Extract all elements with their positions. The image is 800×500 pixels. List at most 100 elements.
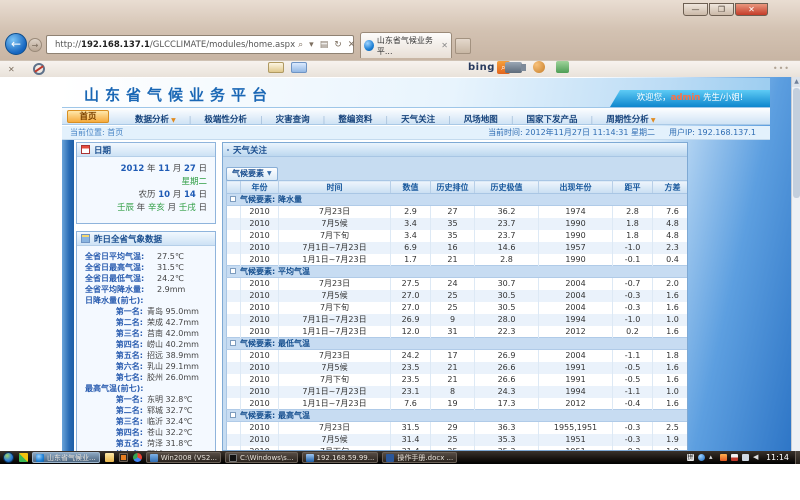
taskbar-window-button[interactable]: 操作手册.docx ... (382, 452, 457, 463)
dropdown-icon[interactable]: ▾ (309, 40, 314, 50)
taskbar-window-button[interactable]: 192.168.59.99... (302, 452, 379, 463)
start-button[interactable] (3, 452, 14, 463)
menu-item[interactable]: 数据分析 ▼ (135, 115, 176, 125)
new-tab-button[interactable] (455, 38, 471, 54)
rank-value[interactable]: 苍山 32.2℃ (147, 427, 192, 438)
climate-element-button[interactable]: 气候要素▼ (226, 167, 278, 181)
table-row[interactable]: 20101月1日~7月23日12.03122.320120.21.6 (227, 326, 689, 338)
rank-value[interactable]: 荣成 42.7mm (147, 317, 199, 328)
stop-icon[interactable]: ✕ (348, 40, 356, 50)
expand-box-icon[interactable] (230, 196, 236, 202)
taskbar-window-button[interactable]: C:\Windows\s... (225, 452, 298, 463)
menu-item[interactable]: 极端性分析 (204, 115, 247, 125)
security-app-icon[interactable] (19, 453, 28, 462)
table-row[interactable]: 20107月1日~7月23日26.9928.01994-1.01.0 (227, 314, 689, 326)
plugin-logo-icon[interactable] (33, 63, 45, 75)
column-header[interactable]: 方差 (653, 181, 689, 194)
group-row[interactable]: 气候要素: 最低气温 (227, 338, 689, 350)
rank-value[interactable]: 临沂 32.4℃ (147, 416, 192, 427)
send-mail-icon[interactable] (291, 62, 307, 73)
scroll-up-icon[interactable]: ▲ (792, 77, 800, 87)
rank-value[interactable]: 东明 32.8℃ (147, 394, 192, 405)
language-indicator[interactable]: 拼 (687, 454, 694, 461)
tray-expand-icon[interactable]: ▴ (709, 454, 716, 461)
menu-item[interactable]: 天气关注 (401, 115, 435, 125)
page-scrollbar[interactable]: ▲ (791, 77, 800, 451)
tab-close-icon[interactable]: ✕ (441, 41, 448, 50)
mail-icon[interactable] (268, 62, 284, 73)
toolbar-overflow-icon[interactable]: ••• (773, 64, 790, 73)
expand-box-icon[interactable] (230, 412, 236, 418)
rank-value[interactable]: 招远 38.9mm (147, 350, 199, 361)
rank-value[interactable]: 莒南 42.0mm (147, 328, 199, 339)
column-header[interactable]: 数值 (391, 181, 431, 194)
table-row[interactable]: 20107月23日31.52936.31955,1951-0.32.5 (227, 422, 689, 434)
table-row[interactable]: 20107月5候23.52126.61991-0.51.6 (227, 362, 689, 374)
table-row[interactable]: 20107月下旬3.43523.719901.84.8 (227, 230, 689, 242)
explorer-folder-icon[interactable] (105, 453, 114, 462)
rank-value[interactable]: 青岛 95.0mm (147, 306, 199, 317)
expand-box-icon[interactable] (230, 340, 236, 346)
compatibility-icon[interactable]: ▤ (320, 40, 329, 50)
table-row[interactable]: 20101月1日~7月23日1.7212.81990-0.10.4 (227, 254, 689, 266)
menu-item[interactable]: 灾害查询 (276, 115, 310, 125)
screenshot-icon[interactable] (505, 62, 522, 73)
column-header[interactable]: 历史极值 (475, 181, 539, 194)
table-row[interactable]: 20107月5候31.42535.31951-0.31.9 (227, 434, 689, 446)
table-row[interactable]: 20107月23日27.52430.72004-0.72.0 (227, 278, 689, 290)
column-header[interactable]: 距平 (613, 181, 653, 194)
rank-value[interactable]: 郓城 32.7℃ (147, 405, 192, 416)
table-row[interactable]: 20107月23日24.21726.92004-1.11.8 (227, 350, 689, 362)
rank-value[interactable]: 乳山 29.1mm (147, 361, 199, 372)
table-row[interactable]: 20107月23日2.92736.219742.87.6 (227, 206, 689, 218)
download-tray-icon[interactable] (720, 454, 727, 461)
network-icon[interactable] (742, 454, 749, 461)
browser-tab[interactable]: 山东省气候业务平... ✕ (360, 32, 452, 58)
table-row[interactable]: 20107月5候3.43523.719901.84.8 (227, 218, 689, 230)
browser-ball-icon[interactable] (133, 453, 142, 462)
address-bar[interactable]: http://192.168.137.1/GLCCLIMATE/modules/… (46, 35, 354, 54)
group-row[interactable]: 气候要素: 最高气温 (227, 410, 689, 422)
rank-value[interactable]: 胶州 26.0mm (147, 372, 199, 383)
taskbar-window-button[interactable]: Win2008 (VS2... (146, 452, 221, 463)
skype-tray-icon[interactable] (698, 454, 705, 461)
table-row[interactable]: 20107月1日~7月23日23.1824.31994-1.11.0 (227, 386, 689, 398)
table-row[interactable]: 20107月下旬27.02530.52004-0.31.6 (227, 302, 689, 314)
expand-box-icon[interactable] (230, 268, 236, 274)
table-row[interactable]: 20107月1日~7月23日6.91614.61957-1.02.3 (227, 242, 689, 254)
back-icon[interactable]: ← (5, 33, 27, 55)
close-button[interactable]: ✕ (735, 3, 768, 16)
toolbar-close-icon[interactable]: ✕ (8, 65, 15, 74)
action-center-flag-icon[interactable] (731, 454, 738, 461)
media-player-icon[interactable] (119, 453, 128, 462)
menu-item[interactable]: 周期性分析 ▼ (606, 115, 655, 125)
forward-icon[interactable]: → (28, 38, 42, 52)
scrollbar-thumb[interactable] (793, 88, 800, 198)
taskbar-ie-button[interactable]: 山东省气候业... (32, 452, 100, 463)
table-row[interactable]: 20107月5候27.02530.52004-0.31.6 (227, 290, 689, 302)
weather-plugin-icon[interactable] (533, 61, 545, 73)
group-row[interactable]: 气候要素: 平均气温 (227, 266, 689, 278)
group-row[interactable]: 气候要素: 降水量 (227, 194, 689, 206)
show-desktop-button[interactable] (795, 451, 800, 464)
bing-search[interactable]: bing ⌕ (468, 61, 510, 74)
volume-icon[interactable]: ◀ (753, 454, 760, 461)
menu-item[interactable]: 整编资料 (338, 115, 372, 125)
menu-item[interactable]: 国家下发产品 (527, 115, 578, 125)
share-plugin-icon[interactable] (556, 61, 569, 73)
menu-item-home[interactable]: 首页 (67, 110, 109, 123)
column-header[interactable]: 时间 (279, 181, 391, 194)
menu-item[interactable]: 风场地图 (464, 115, 498, 125)
column-header[interactable]: 出现年份 (539, 181, 613, 194)
refresh-icon[interactable]: ↻ (334, 40, 342, 50)
rank-value[interactable]: 崂山 40.2mm (147, 339, 199, 350)
menu-separator: | (189, 115, 192, 124)
table-row[interactable]: 20101月1日~7月23日7.61917.32012-0.41.6 (227, 398, 689, 410)
column-header[interactable]: 年份 (241, 181, 279, 194)
search-icon[interactable]: ⌕ (298, 40, 303, 50)
rank-value[interactable]: 菏泽 31.8℃ (147, 438, 192, 449)
column-header[interactable]: 历史排位 (431, 181, 475, 194)
maximize-button[interactable]: ❐ (709, 3, 734, 16)
minimize-button[interactable]: — (683, 3, 708, 16)
table-row[interactable]: 20107月下旬23.52126.61991-0.51.6 (227, 374, 689, 386)
